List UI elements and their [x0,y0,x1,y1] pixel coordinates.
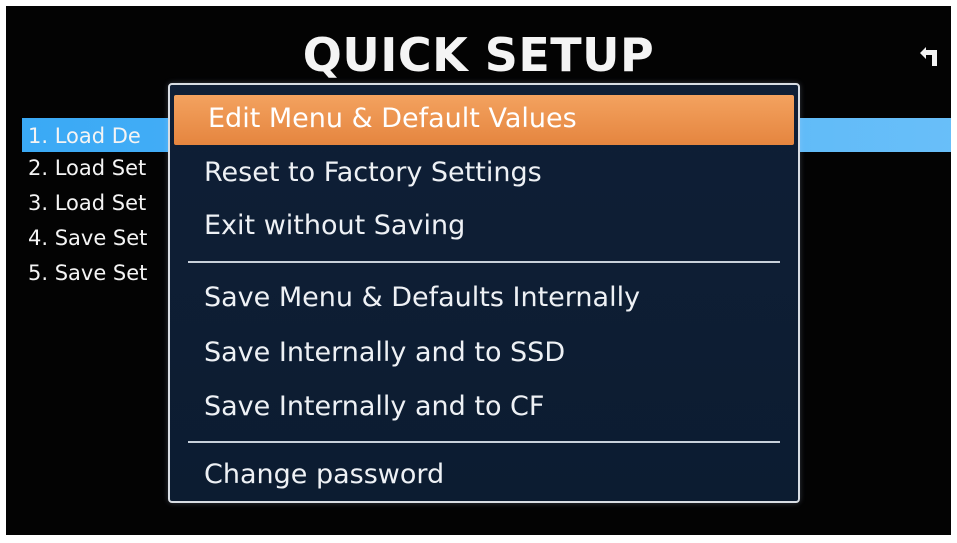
list-item-label: 5. Save Set [28,261,148,285]
list-item-label: 3. Load Set [28,191,147,215]
menu-item-save-ssd[interactable]: Save Internally and to SSD [170,329,798,379]
menu-item-change-password[interactable]: Change password [170,451,798,501]
menu-item-label: Save Internally and to CF [204,391,545,422]
screen-title: QUICK SETUP [302,28,655,82]
menu-item-label: Save Menu & Defaults Internally [204,282,641,313]
list-item-label: 4. Save Set [28,226,148,250]
menu-divider [188,261,780,263]
menu-item-save-cf[interactable]: Save Internally and to CF [170,383,798,433]
options-popup-menu: Edit Menu & Default Values Reset to Fact… [168,83,800,503]
menu-item-label: Save Internally and to SSD [204,337,566,368]
menu-item-reset-factory[interactable]: Reset to Factory Settings [170,149,798,199]
menu-item-label: Reset to Factory Settings [204,157,542,188]
device-screen: QUICK SETUP 1. Load De 2. Load Set 3. Lo… [6,6,951,535]
return-arrow-icon[interactable] [917,44,941,68]
menu-item-save-internally[interactable]: Save Menu & Defaults Internally [170,274,798,324]
menu-divider [188,441,780,443]
list-item-label: 1. Load De [28,124,141,148]
menu-item-label: Exit without Saving [204,210,466,241]
menu-item-label: Change password [204,459,445,490]
list-item-label: 2. Load Set [28,156,147,180]
menu-item-label: Edit Menu & Default Values [208,103,577,134]
menu-item-edit-menu-defaults[interactable]: Edit Menu & Default Values [174,95,794,145]
menu-item-exit-without-saving[interactable]: Exit without Saving [170,202,798,252]
